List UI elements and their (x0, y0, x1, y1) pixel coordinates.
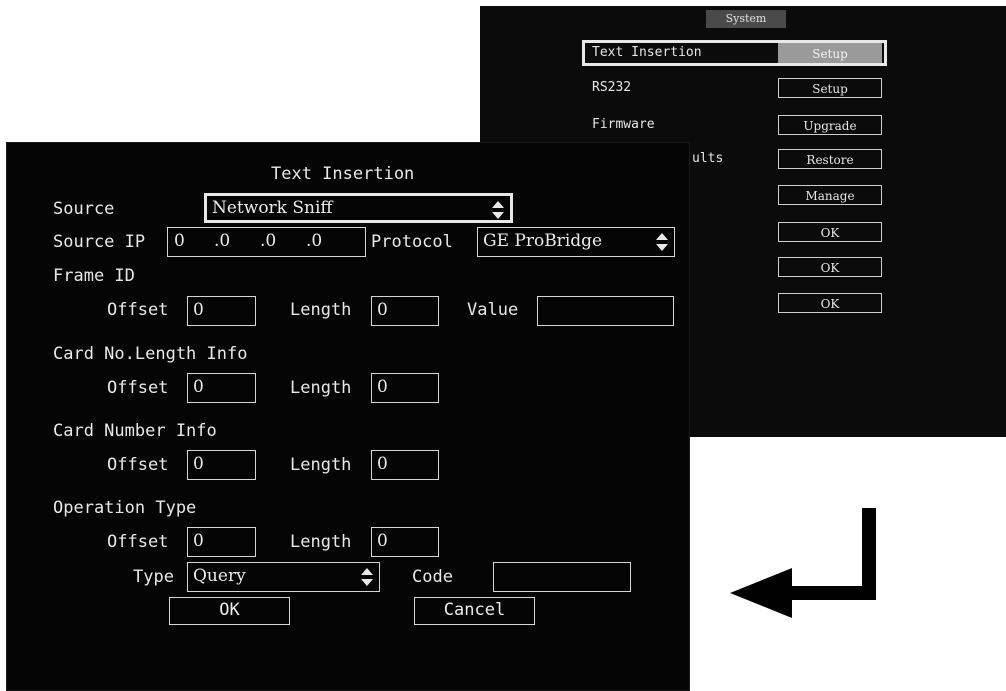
operation-type-value: Query (193, 566, 246, 586)
card-no-length-offset-input[interactable]: 0 (187, 373, 256, 403)
source-ip-input[interactable]: 0 .0 .0 .0 (167, 227, 366, 257)
protocol-value: GE ProBridge (483, 231, 603, 251)
operation-type-code-label: Code (412, 567, 453, 587)
source-select[interactable]: Network Sniff (204, 193, 513, 223)
dialog-title: Text Insertion (271, 164, 415, 184)
system-row-label-firmware: Firmware (592, 117, 655, 132)
source-ip-label: Source IP (53, 232, 146, 252)
protocol-select[interactable]: GE ProBridge (477, 227, 675, 257)
restore-button[interactable]: Restore (778, 149, 882, 169)
operation-type-heading: Operation Type (53, 498, 197, 518)
updown-arrows-icon (361, 567, 373, 587)
card-no-length-heading: Card No.Length Info (53, 344, 248, 364)
text-insertion-setup-button[interactable]: Setup (778, 43, 882, 63)
frame-id-value-input[interactable] (537, 296, 674, 326)
card-no-length-length-label: Length (290, 378, 352, 398)
operation-type-select[interactable]: Query (187, 562, 380, 592)
ip-octet-1: 0 (174, 231, 185, 251)
operation-type-offset-label: Offset (107, 532, 169, 552)
frame-id-offset-label: Offset (107, 300, 169, 320)
card-number-length-input[interactable]: 0 (371, 450, 439, 480)
manage-button[interactable]: Manage (778, 185, 882, 205)
source-value: Network Sniff (212, 198, 333, 218)
ip-octet-4: .0 (306, 231, 323, 251)
frame-id-length-label: Length (290, 300, 352, 320)
operation-type-length-label: Length (290, 532, 352, 552)
updown-arrows-icon (492, 200, 504, 220)
updown-arrows-icon (656, 232, 668, 252)
frame-id-length-input[interactable]: 0 (371, 296, 439, 326)
frame-id-value-label: Value (467, 300, 519, 320)
operation-type-code-input[interactable] (493, 562, 631, 592)
source-label: Source (53, 199, 115, 219)
protocol-label: Protocol (371, 232, 453, 252)
card-number-offset-label: Offset (107, 455, 169, 475)
frame-id-heading: Frame ID (53, 266, 135, 286)
text-insertion-dialog: Text Insertion Source Network Sniff Sour… (6, 142, 690, 691)
return-arrow-icon (730, 508, 876, 618)
firmware-upgrade-button[interactable]: Upgrade (778, 115, 882, 135)
ip-octet-2: .0 (214, 231, 231, 251)
card-no-length-length-input[interactable]: 0 (371, 373, 439, 403)
operation-type-length-input[interactable]: 0 (371, 527, 439, 557)
system-row-label-rs232: RS232 (592, 80, 632, 95)
ok-button-3[interactable]: OK (778, 293, 882, 313)
frame-id-offset-input[interactable]: 0 (187, 296, 256, 326)
operation-type-type-label: Type (133, 567, 174, 587)
system-menu-title: System (706, 10, 786, 28)
ok-button-1[interactable]: OK (778, 222, 882, 242)
system-row-label-text-insertion: Text Insertion (592, 45, 702, 60)
card-number-offset-input[interactable]: 0 (187, 450, 256, 480)
ip-octet-3: .0 (260, 231, 277, 251)
system-row-label-defaults: ults (692, 151, 724, 166)
cancel-button[interactable]: Cancel (414, 597, 535, 625)
card-number-heading: Card Number Info (53, 421, 217, 441)
card-no-length-offset-label: Offset (107, 378, 169, 398)
card-number-length-label: Length (290, 455, 352, 475)
ok-button-2[interactable]: OK (778, 257, 882, 277)
operation-type-offset-input[interactable]: 0 (187, 527, 256, 557)
ok-button[interactable]: OK (169, 597, 290, 625)
rs232-setup-button[interactable]: Setup (778, 78, 882, 98)
